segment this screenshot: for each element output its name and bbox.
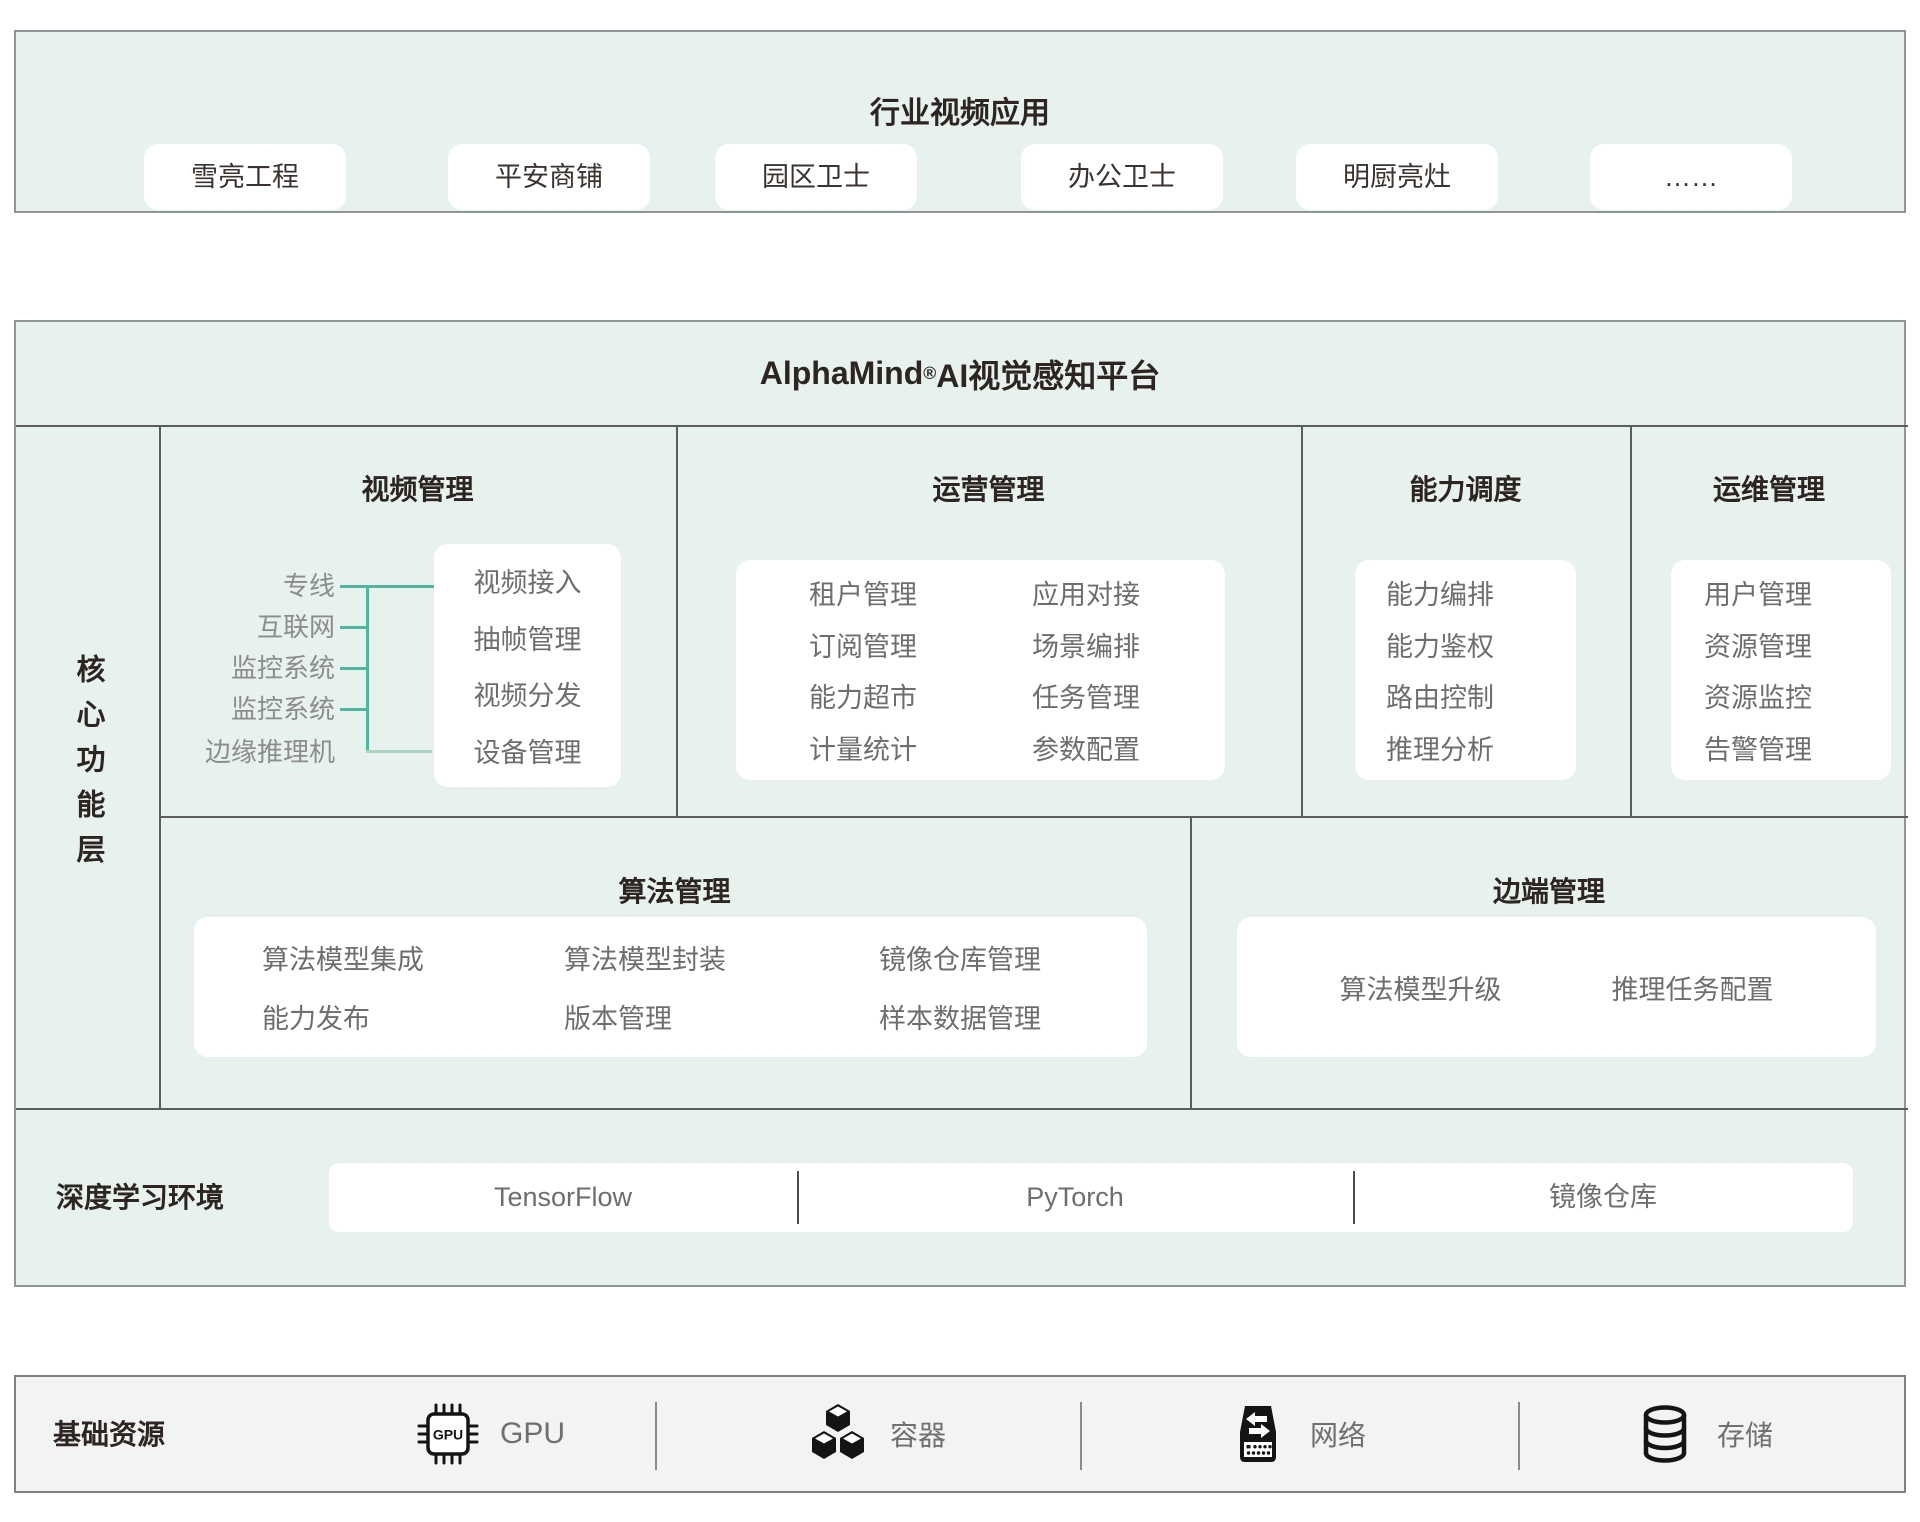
infra-title: 基础资源 xyxy=(53,1416,165,1454)
dl-env-label: 深度学习环境 xyxy=(56,1180,224,1216)
ops-mgmt-card: 租户管理 订阅管理 能力超市 计量统计 应用对接 场景编排 任务管理 参数配置 xyxy=(736,560,1225,780)
app-chip-more: …… xyxy=(1590,144,1792,210)
video-feature: 视频接入 xyxy=(474,561,582,600)
algorithm-column-2: 算法模型封装 版本管理 xyxy=(564,917,726,1057)
maintenance-item: 资源监控 xyxy=(1704,676,1812,715)
algorithm-item: 样本数据管理 xyxy=(879,997,1041,1036)
header-ops-mgmt: 运营管理 xyxy=(676,472,1301,508)
dl-env-bar: TensorFlow PyTorch 镜像仓库 xyxy=(329,1163,1853,1232)
capability-item: 路由控制 xyxy=(1386,676,1494,715)
ops-item: 场景编排 xyxy=(1032,625,1140,664)
infra-divider-1 xyxy=(655,1402,657,1470)
divider-algo-edge xyxy=(1190,816,1192,1108)
app-chip-pingan: 平安商铺 xyxy=(448,144,650,210)
platform-title-main: AlphaMind xyxy=(760,355,924,392)
ops-item: 参数配置 xyxy=(1032,728,1140,767)
infra-label-gpu: GPU xyxy=(500,1417,565,1451)
app-layer-title: 行业视频应用 xyxy=(16,88,1904,132)
algorithm-item: 版本管理 xyxy=(564,997,672,1036)
dl-framework-registry: 镜像仓库 xyxy=(1353,1163,1853,1232)
alphamind-platform: AlphaMind® AI视觉感知平台 核心功能层 视频管理 运营管理 能力调度… xyxy=(14,320,1906,1287)
infra-group-gpu: GPU GPU xyxy=(416,1377,565,1491)
container-cubes-icon xyxy=(806,1402,870,1466)
connector-trunk xyxy=(366,585,369,753)
ops-column-1: 租户管理 订阅管理 能力超市 计量统计 xyxy=(809,560,917,780)
industry-app-layer: 行业视频应用 雪亮工程 平安商铺 园区卫士 办公卫士 明厨亮灶 …… xyxy=(14,30,1906,213)
ops-item: 租户管理 xyxy=(809,573,917,612)
divider-row2-row3 xyxy=(16,1108,1908,1110)
maintenance-card: 用户管理 资源管理 资源监控 告警管理 xyxy=(1671,560,1891,780)
divider-side-col xyxy=(159,425,161,1110)
infra-group-container: 容器 xyxy=(806,1377,946,1491)
edge-card: 算法模型升级 推理任务配置 xyxy=(1237,917,1876,1057)
connector-stub-4 xyxy=(340,708,368,711)
core-function-layer-label: 核心功能层 xyxy=(16,425,159,1108)
header-maintenance: 运维管理 xyxy=(1630,472,1908,508)
ops-column-2: 应用对接 场景编排 任务管理 参数配置 xyxy=(1032,560,1140,780)
gpu-chip-icon: GPU xyxy=(416,1402,480,1466)
maintenance-item: 资源管理 xyxy=(1704,625,1812,664)
header-capability: 能力调度 xyxy=(1301,472,1630,508)
capability-item: 推理分析 xyxy=(1386,728,1494,767)
capability-item: 能力鉴权 xyxy=(1386,625,1494,664)
platform-title-suffix: AI视觉感知平台 xyxy=(936,351,1160,397)
registered-mark: ® xyxy=(923,363,936,384)
video-source-edge-inference: 边缘推理机 xyxy=(166,734,335,770)
divider-row1-row2 xyxy=(159,816,1908,818)
ops-item: 计量统计 xyxy=(809,728,917,767)
header-algorithm-mgmt: 算法管理 xyxy=(159,874,1190,910)
ops-item: 能力超市 xyxy=(809,676,917,715)
capability-item: 能力编排 xyxy=(1386,573,1494,612)
architecture-diagram: 行业视频应用 雪亮工程 平安商铺 园区卫士 办公卫士 明厨亮灶 …… Alpha… xyxy=(0,0,1920,1522)
database-storage-icon xyxy=(1633,1402,1697,1466)
infra-divider-2 xyxy=(1080,1402,1082,1470)
platform-title: AlphaMind® AI视觉感知平台 xyxy=(16,322,1904,425)
video-mgmt-card: 视频接入 抽帧管理 视频分发 设备管理 xyxy=(434,544,621,787)
edge-item: 算法模型升级 xyxy=(1340,968,1502,1007)
infra-group-storage: 存储 xyxy=(1633,1377,1773,1491)
dl-framework-pytorch: PyTorch xyxy=(797,1163,1353,1232)
connector-bottom-stub xyxy=(366,750,432,753)
maintenance-item: 用户管理 xyxy=(1704,573,1812,612)
video-source-internet: 互联网 xyxy=(166,609,335,645)
app-chip-xueliang: 雪亮工程 xyxy=(144,144,346,210)
algorithm-card: 算法模型集成 能力发布 算法模型封装 版本管理 镜像仓库管理 样本数据管理 xyxy=(194,917,1147,1057)
video-feature: 设备管理 xyxy=(474,731,582,770)
infra-divider-3 xyxy=(1518,1402,1520,1470)
edge-item: 推理任务配置 xyxy=(1612,968,1774,1007)
algorithm-item: 算法模型集成 xyxy=(262,938,424,977)
ops-item: 订阅管理 xyxy=(809,625,917,664)
divider-title xyxy=(16,425,1908,427)
dl-framework-tensorflow: TensorFlow xyxy=(329,1163,797,1232)
network-switch-icon xyxy=(1226,1402,1290,1466)
svg-text:GPU: GPU xyxy=(433,1427,463,1443)
video-source-line: 专线 xyxy=(166,568,335,604)
connector-stub-3 xyxy=(340,667,368,670)
ops-item: 任务管理 xyxy=(1032,676,1140,715)
infra-label-network: 网络 xyxy=(1310,1414,1366,1454)
infra-label-container: 容器 xyxy=(890,1414,946,1454)
algorithm-column-3: 镜像仓库管理 样本数据管理 xyxy=(879,917,1041,1057)
algorithm-column-1: 算法模型集成 能力发布 xyxy=(262,917,424,1057)
capability-card: 能力编排 能力鉴权 路由控制 推理分析 xyxy=(1355,560,1576,780)
algorithm-item: 能力发布 xyxy=(262,997,370,1036)
app-chip-yuanqu: 园区卫士 xyxy=(715,144,917,210)
algorithm-item: 镜像仓库管理 xyxy=(879,938,1041,977)
infra-layer: 基础资源 GPU GPU xyxy=(14,1375,1906,1493)
video-feature: 视频分发 xyxy=(474,674,582,713)
video-source-cctv-1: 监控系统 xyxy=(166,650,335,686)
ops-item: 应用对接 xyxy=(1032,573,1140,612)
app-chip-bangong: 办公卫士 xyxy=(1021,144,1223,210)
video-feature: 抽帧管理 xyxy=(474,618,582,657)
algorithm-item: 算法模型封装 xyxy=(564,938,726,977)
header-edge-mgmt: 边端管理 xyxy=(1190,874,1908,910)
app-chip-mingchu: 明厨亮灶 xyxy=(1296,144,1498,210)
connector-top-line xyxy=(340,585,434,588)
video-source-cctv-2: 监控系统 xyxy=(166,691,335,727)
infra-group-network: 网络 xyxy=(1226,1377,1366,1491)
connector-stub-2 xyxy=(340,626,368,629)
header-video-mgmt: 视频管理 xyxy=(159,472,676,508)
maintenance-item: 告警管理 xyxy=(1704,728,1812,767)
infra-label-storage: 存储 xyxy=(1717,1414,1773,1454)
